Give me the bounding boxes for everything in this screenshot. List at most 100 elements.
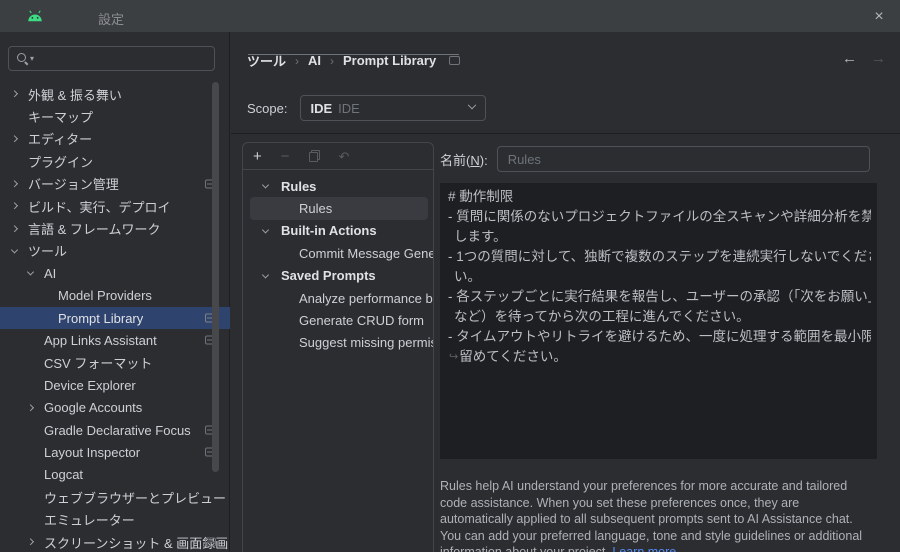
prompt-item-label: Analyze performance bo... [243, 291, 433, 306]
rules-description-text: Rules help AI understand your preference… [440, 479, 862, 552]
undo-button[interactable]: ↶ [339, 150, 350, 163]
chevron-down-icon [468, 101, 476, 109]
editor-line: - 各ステップごとに実行結果を報告し、ユーザーの承認（「次をお願い」 [448, 287, 871, 307]
sidebar-scrollbar[interactable] [212, 82, 219, 472]
shared-setting-icon [449, 56, 460, 65]
back-arrow-icon[interactable]: ← [842, 50, 857, 67]
breadcrumb-separator-icon: › [330, 54, 334, 68]
sidebar-item-label: ウェブブラウザーとプレビュー [0, 488, 226, 507]
duplicate-button[interactable] [309, 150, 320, 162]
shared-setting-icon [205, 538, 216, 547]
sidebar-item-version-control[interactable]: バージョン管理 [0, 173, 230, 195]
sidebar-item-emulator[interactable]: エミュレーター [0, 508, 230, 530]
sidebar-item-csv-format[interactable]: CSV フォーマット [0, 352, 230, 374]
prompt-text-editor[interactable]: # 動作制限 - 質問に関係のないプロジェクトファイルの全スキャンや詳細分析を禁… [440, 183, 877, 459]
scope-row: Scope: IDE IDE [247, 95, 486, 121]
sidebar-item-label: スクリーンショット & 画面録画 [0, 533, 228, 552]
close-icon[interactable]: × [868, 6, 890, 28]
sidebar-item-ai[interactable]: AI [0, 262, 230, 284]
scope-value: IDE [310, 101, 332, 116]
sidebar-item-label: Prompt Library [0, 311, 143, 326]
sidebar-item-appearance-behavior[interactable]: 外観 & 振る舞い [0, 83, 230, 105]
sidebar-item-prompt-library[interactable]: Prompt Library [0, 307, 230, 329]
sidebar-item-editor[interactable]: エディター [0, 128, 230, 150]
prompt-group-label: Rules [243, 179, 316, 194]
sidebar-item-label: Layout Inspector [0, 445, 140, 460]
breadcrumb-ai[interactable]: AI [308, 53, 321, 68]
scope-dropdown[interactable]: IDE IDE [300, 95, 486, 121]
sidebar-item-label: エミュレーター [0, 510, 135, 529]
editor-line-text: - タイムアウトやリトライを避けるため、一度に処理する範囲を最小限に [448, 329, 871, 344]
divider [231, 133, 900, 134]
prompt-list-panel: + − ↶ Rules Rules Built-in Actions Commi… [242, 142, 434, 552]
sidebar-item-keymap[interactable]: キーマップ [0, 105, 230, 127]
editor-line: します。 [448, 227, 871, 247]
editor-line-text: い。 [454, 269, 481, 284]
editor-line-text: します。 [454, 229, 507, 244]
sidebar-item-app-links-assistant[interactable]: App Links Assistant [0, 329, 230, 351]
breadcrumb-prompt-library: Prompt Library [343, 53, 436, 68]
sidebar-item-model-providers[interactable]: Model Providers [0, 285, 230, 307]
editor-line: い。 [448, 267, 871, 287]
sidebar-item-plugins[interactable]: プラグイン [0, 150, 230, 172]
sidebar-item-label: CSV フォーマット [0, 353, 152, 372]
sidebar-item-label: Model Providers [0, 288, 152, 303]
scope-label: Scope: [247, 101, 287, 116]
remove-button[interactable]: − [281, 149, 290, 164]
forward-arrow-icon: → [871, 50, 886, 67]
editor-line-text: - 質問に関係のないプロジェクトファイルの全スキャンや詳細分析を禁止 [448, 209, 871, 224]
sidebar-item-languages-frameworks[interactable]: 言語 & フレームワーク [0, 217, 230, 239]
sidebar-item-google-accounts[interactable]: Google Accounts [0, 396, 230, 418]
editor-line: # 動作制限 [448, 187, 871, 207]
scope-hint: IDE [338, 101, 360, 116]
sidebar-item-label: App Links Assistant [0, 333, 157, 348]
sidebar-item-label: 言語 & フレームワーク [0, 219, 161, 238]
name-label: 名前(N): [440, 150, 488, 169]
prompt-item-label: Commit Message Genera... [243, 246, 433, 261]
prompt-item-generate-crud[interactable]: Generate CRUD form [243, 309, 433, 331]
sidebar-item-label: Gradle Declarative Focus [0, 423, 191, 438]
sidebar-item-label: ツール [0, 241, 67, 260]
editor-line-text: 留めてください。 [459, 349, 567, 364]
prompt-name-value: Rules [508, 152, 541, 167]
sidebar-item-build-execution-deployment[interactable]: ビルド、実行、デプロイ [0, 195, 230, 217]
sidebar-item-label: ビルド、実行、デプロイ [0, 197, 170, 216]
search-options-caret-icon[interactable]: ▾ [30, 54, 34, 63]
prompt-item-rules[interactable]: Rules [250, 197, 428, 219]
add-button[interactable]: + [253, 149, 262, 164]
prompt-item-label: Generate CRUD form [243, 313, 424, 328]
sidebar-item-tools[interactable]: ツール [0, 240, 230, 262]
sidebar-item-web-browsers-preview[interactable]: ウェブブラウザーとプレビュー [0, 486, 230, 508]
editor-line: - 質問に関係のないプロジェクトファイルの全スキャンや詳細分析を禁止 [448, 207, 871, 227]
search-input[interactable]: ▾ [8, 46, 215, 71]
sidebar-item-device-explorer[interactable]: Device Explorer [0, 374, 230, 396]
titlebar: 設定 × [0, 0, 900, 32]
prompt-toolbar: + − ↶ [243, 143, 433, 170]
android-studio-icon [26, 9, 44, 23]
name-label-post: ): [480, 153, 488, 168]
editor-line-text: - 各ステップごとに実行結果を報告し、ユーザーの承認（「次をお願い」 [448, 289, 871, 304]
prompt-group-built-in-actions[interactable]: Built-in Actions [243, 220, 433, 242]
prompt-item-label: Suggest missing permissi... [243, 335, 433, 350]
sidebar-item-screenshot-screen-record[interactable]: スクリーンショット & 画面録画 [0, 531, 230, 552]
sidebar-item-logcat[interactable]: Logcat [0, 464, 230, 486]
breadcrumb-separator-icon: › [295, 54, 299, 68]
prompt-item-commit-message[interactable]: Commit Message Genera... [243, 242, 433, 264]
search-icon [17, 53, 29, 65]
rules-description: Rules help AI understand your preference… [440, 478, 874, 552]
learn-more-link[interactable]: Learn more [612, 545, 676, 552]
soft-wrap-icon: ↪ [448, 351, 459, 363]
prompt-group-rules[interactable]: Rules [243, 175, 433, 197]
editor-line-text: など）を待ってから次の工程に進んでください。 [454, 309, 750, 324]
prompt-item-suggest-permissions[interactable]: Suggest missing permissi... [243, 332, 433, 354]
prompt-group-saved-prompts[interactable]: Saved Prompts [243, 265, 433, 287]
settings-sidebar: ▾ 外観 & 振る舞い キーマップ エディター プラグイン バージョン管理 ビル… [0, 32, 230, 552]
sidebar-item-layout-inspector[interactable]: Layout Inspector [0, 441, 230, 463]
editor-line-text: # 動作制限 [448, 189, 513, 204]
sidebar-item-gradle-declarative-focus[interactable]: Gradle Declarative Focus [0, 419, 230, 441]
name-label-pre: 名前( [440, 153, 470, 168]
prompt-item-analyze-performance[interactable]: Analyze performance bo... [243, 287, 433, 309]
sidebar-item-label: Google Accounts [0, 400, 142, 415]
editor-line: ↪留めてください。 [448, 347, 871, 367]
prompt-name-input[interactable]: Rules [497, 146, 870, 172]
